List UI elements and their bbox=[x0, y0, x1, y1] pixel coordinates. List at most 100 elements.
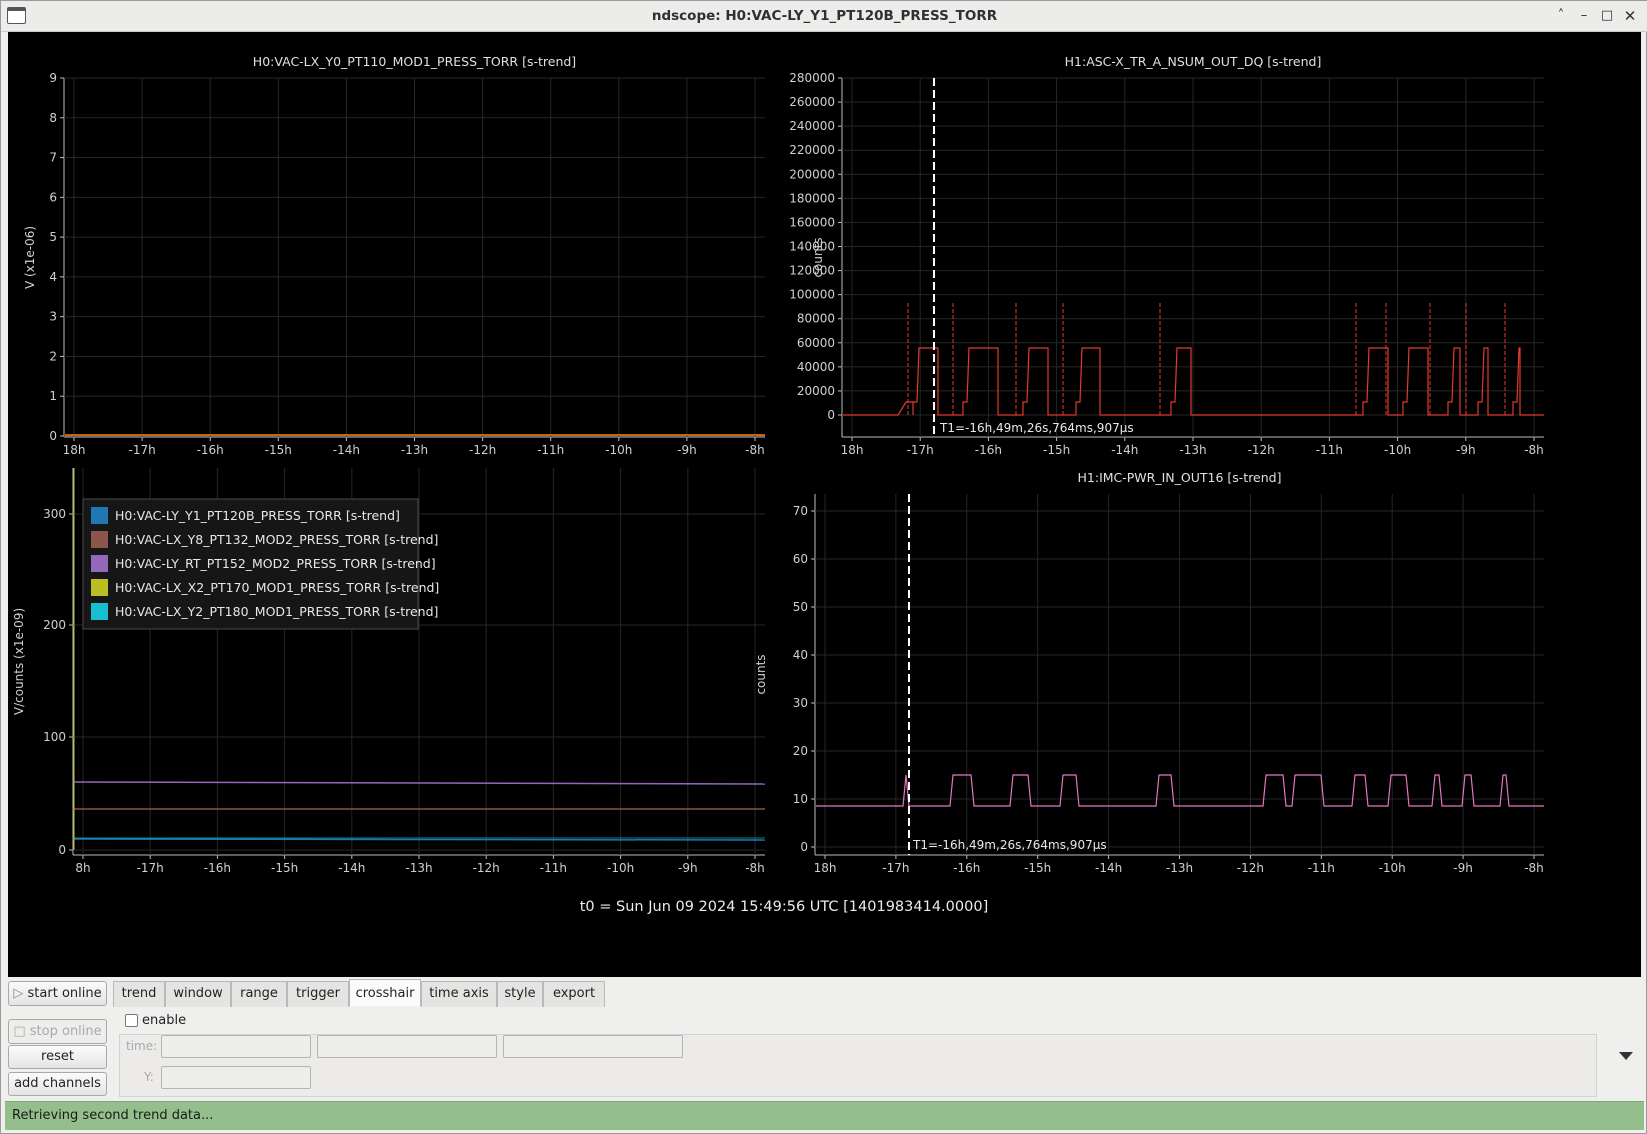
top_right-y-tick-label: 80000 bbox=[797, 312, 835, 326]
top_left-y-tick-label: 4 bbox=[49, 270, 57, 284]
top_right-x-tick-label: -14h bbox=[1111, 443, 1138, 457]
crosshair-value-field-2[interactable] bbox=[503, 1035, 683, 1058]
bottom_right-x-tick-label: 18h bbox=[814, 861, 837, 875]
top_right-x-tick-label: -16h bbox=[975, 443, 1002, 457]
bottom_left-x-tick-label: -11h bbox=[540, 861, 567, 875]
maximize-icon[interactable]: □ bbox=[1597, 7, 1617, 25]
expand-arrow-icon[interactable] bbox=[1619, 1052, 1633, 1060]
legend-swatch bbox=[91, 603, 108, 620]
bottom_left-x-tick-label: -17h bbox=[137, 861, 164, 875]
crosshair-time-label: time: bbox=[126, 1039, 158, 1053]
crosshair-time-field[interactable] bbox=[161, 1035, 311, 1058]
crosshair-enable-label: enable bbox=[142, 1013, 187, 1028]
bottom_right-y-tick-label: 30 bbox=[793, 696, 808, 710]
top_right-y-tick-label: 280000 bbox=[789, 71, 835, 85]
top_right-x-tick-label: -10h bbox=[1384, 443, 1411, 457]
play-icon: ▷ bbox=[13, 986, 24, 1001]
bottom_right-x-tick-label: -10h bbox=[1379, 861, 1406, 875]
bottom_right-x-tick-label: -12h bbox=[1237, 861, 1264, 875]
top_left-x-tick-label: -16h bbox=[197, 443, 224, 457]
legend-label: H0:VAC-LX_Y2_PT180_MOD1_PRESS_TORR [s-tr… bbox=[115, 604, 438, 619]
add-channels-button[interactable]: add channels bbox=[8, 1072, 107, 1096]
title-bar: ndscope: H0:VAC-LY_Y1_PT120B_PRESS_TORR … bbox=[1, 1, 1647, 32]
crosshair-enable-checkbox[interactable] bbox=[125, 1014, 138, 1027]
bottom_left-x-tick-label: -14h bbox=[338, 861, 365, 875]
bottom_right-y-label: counts bbox=[754, 654, 768, 694]
reset-button[interactable]: reset bbox=[8, 1045, 107, 1069]
legend-swatch bbox=[91, 555, 108, 572]
bottom_left-x-tick-label: -10h bbox=[607, 861, 634, 875]
top_left-x-tick-label: -14h bbox=[333, 443, 360, 457]
legend-label: H0:VAC-LY_Y1_PT120B_PRESS_TORR [s-trend] bbox=[115, 508, 400, 523]
legend-label: H0:VAC-LX_Y8_PT132_MOD2_PRESS_TORR [s-tr… bbox=[115, 532, 438, 547]
bottom_right-x-tick-label: -9h bbox=[1453, 861, 1473, 875]
top_left-y-tick-label: 8 bbox=[49, 111, 57, 125]
crosshair-y-field[interactable] bbox=[161, 1066, 311, 1089]
tab-trigger[interactable]: trigger bbox=[287, 981, 349, 1007]
bottom_left-x-tick-label: -12h bbox=[473, 861, 500, 875]
bottom_right-x-tick-label: -15h bbox=[1024, 861, 1051, 875]
top_left-y-tick-label: 0 bbox=[49, 429, 57, 443]
tab-time-axis[interactable]: time axis bbox=[421, 981, 497, 1007]
stop-online-button[interactable]: □ stop online bbox=[8, 1019, 107, 1044]
top_left-y-tick-label: 1 bbox=[49, 389, 57, 403]
bottom_right-y-tick-label: 40 bbox=[793, 648, 808, 662]
bottom_right-title: H1:IMC-PWR_IN_OUT16 [s-trend] bbox=[1078, 470, 1282, 485]
top_left-title: H0:VAC-LX_Y0_PT110_MOD1_PRESS_TORR [s-tr… bbox=[253, 54, 576, 69]
top_right-y-tick-label: 220000 bbox=[789, 143, 835, 157]
bottom_right-x-tick-label: -16h bbox=[953, 861, 980, 875]
legend-swatch bbox=[91, 507, 108, 524]
tab-window[interactable]: window bbox=[165, 981, 231, 1007]
top_right-y-tick-label: 200000 bbox=[789, 167, 835, 181]
top_right-y-tick-label: 160000 bbox=[789, 215, 835, 229]
top_left-y-tick-label: 7 bbox=[49, 151, 57, 165]
chevron-up-icon[interactable]: ˄ bbox=[1551, 7, 1571, 25]
app-window: ndscope: H0:VAC-LY_Y1_PT120B_PRESS_TORR … bbox=[0, 0, 1647, 1134]
bottom_right-y-tick-label: 70 bbox=[793, 504, 808, 518]
bottom_left-x-tick-label: -15h bbox=[271, 861, 298, 875]
top_left-y-tick-label: 2 bbox=[49, 349, 57, 363]
bottom_left-y-tick-label: 100 bbox=[43, 730, 66, 744]
top_left-x-tick-label: -17h bbox=[128, 443, 155, 457]
plot-area[interactable]: 9 8 7 6 5 4 3 2 1 0 18h -17h -16h -15h -14h -13h -12h -11… bbox=[8, 32, 1641, 977]
tab-crosshair[interactable]: crosshair bbox=[349, 979, 421, 1006]
top_right-y-tick-label: 240000 bbox=[789, 119, 835, 133]
top_right-x-tick-label: -17h bbox=[907, 443, 934, 457]
top_right-x-tick-label: -13h bbox=[1179, 443, 1206, 457]
top_right-x-tick-label: -9h bbox=[1456, 443, 1476, 457]
top_right-y-tick-label: 180000 bbox=[789, 191, 835, 205]
legend-label: H0:VAC-LY_RT_PT152_MOD2_PRESS_TORR [s-tr… bbox=[115, 556, 436, 571]
bottom_left-x-tick-label: 8h bbox=[75, 861, 90, 875]
top_left-y-tick-label: 6 bbox=[49, 190, 57, 204]
bottom_right-y-tick-label: 10 bbox=[793, 792, 808, 806]
bottom-right-cursor-label: T1=-16h,49m,26s,764ms,907µs bbox=[912, 838, 1107, 852]
start-online-button[interactable]: ▷ start online bbox=[8, 981, 107, 1006]
bottom_right-y-tick-label: 60 bbox=[793, 552, 808, 566]
top_left-x-tick-label: -12h bbox=[469, 443, 496, 457]
bottom_right-x-tick-label: -17h bbox=[882, 861, 909, 875]
tab-range[interactable]: range bbox=[231, 981, 287, 1007]
tab-trend[interactable]: trend bbox=[113, 981, 165, 1007]
close-icon[interactable]: ✕ bbox=[1620, 7, 1640, 25]
top_left-x-tick-label: -13h bbox=[401, 443, 428, 457]
top_right-x-tick-label: -11h bbox=[1316, 443, 1343, 457]
top-right-cursor-label: T1=-16h,49m,26s,764ms,907µs bbox=[939, 421, 1134, 435]
bottom_right-x-tick-label: -13h bbox=[1166, 861, 1193, 875]
legend-swatch bbox=[91, 579, 108, 596]
bottom_left-y-tick-label: 200 bbox=[43, 618, 66, 632]
tab-style[interactable]: style bbox=[497, 981, 543, 1007]
top_right-y-tick-label: 60000 bbox=[797, 336, 835, 350]
top_right-x-tick-label: 18h bbox=[841, 443, 864, 457]
bottom_left-x-tick-label: -9h bbox=[678, 861, 698, 875]
crosshair-value-field-1[interactable] bbox=[317, 1035, 497, 1058]
bottom_left-x-tick-label: -16h bbox=[204, 861, 231, 875]
top_left-x-tick-label: -10h bbox=[605, 443, 632, 457]
bottom_right-x-tick-label: -8h bbox=[1524, 861, 1544, 875]
bottom_left-x-tick-label: -13h bbox=[405, 861, 432, 875]
top_right-y-tick-label: 40000 bbox=[797, 360, 835, 374]
top_right-title: H1:ASC-X_TR_A_NSUM_OUT_DQ [s-trend] bbox=[1065, 54, 1322, 69]
top_right-y-tick-label: 0 bbox=[827, 408, 835, 422]
tab-export[interactable]: export bbox=[543, 981, 605, 1007]
top_left-x-tick-label: 18h bbox=[63, 443, 86, 457]
minimize-icon[interactable]: – bbox=[1574, 7, 1594, 25]
